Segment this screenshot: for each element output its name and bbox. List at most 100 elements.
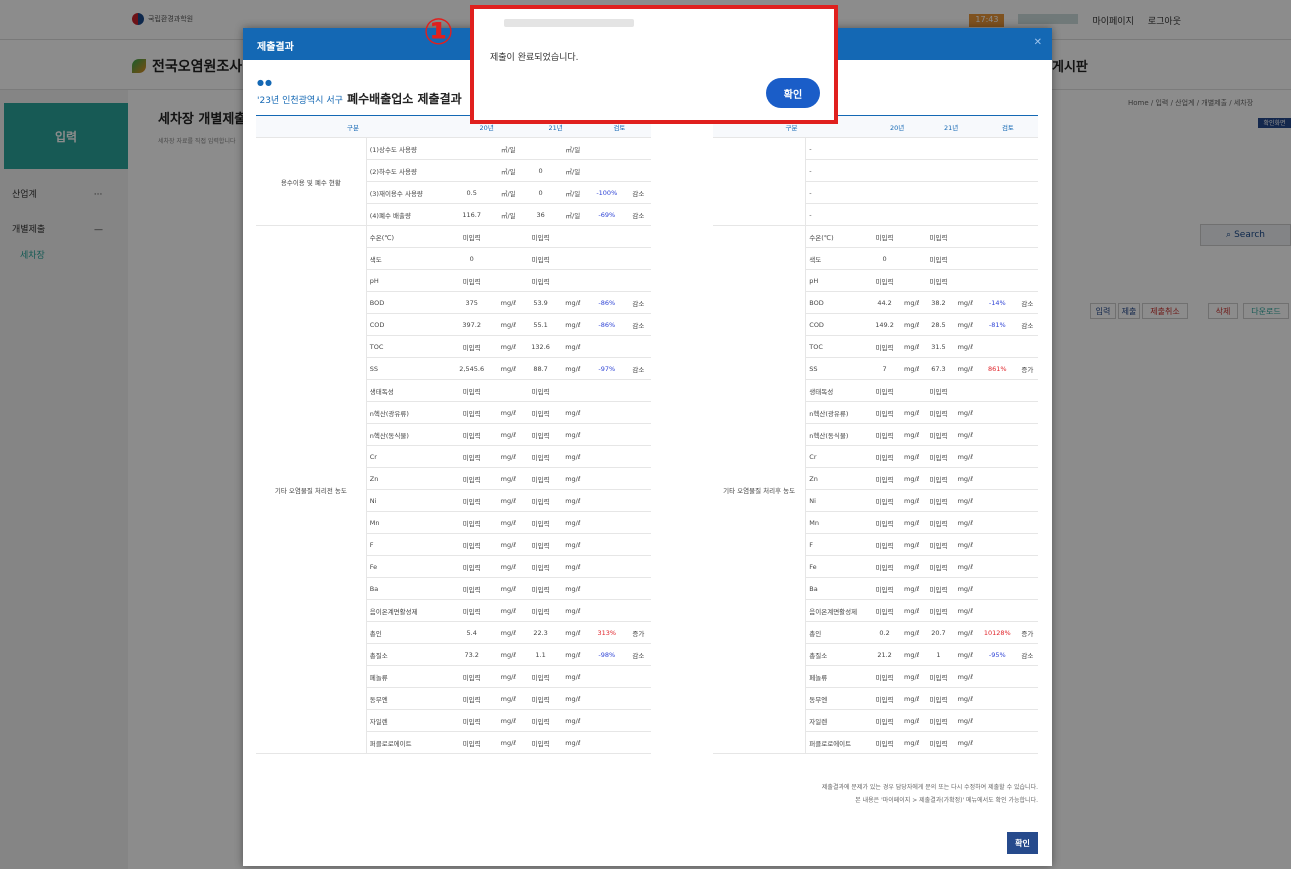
empty-cell [870,137,900,160]
unit-20: mg/ℓ [493,621,524,644]
change-pct: -97% [587,357,626,380]
value-20: 21.2 [870,643,900,666]
item-name: n헥산(동식물) [366,423,451,446]
item-name: Zn [805,467,871,490]
value-20: 미입력 [870,511,900,534]
item-name: 수온(℃) [366,225,451,248]
change-trend [1016,665,1038,688]
item-name: 총질소 [805,643,871,666]
value-21: 미입력 [924,423,953,446]
unit-21: mg/ℓ [557,467,588,490]
unit-21: mg/ℓ [557,291,588,314]
value-21: 미입력 [523,423,558,446]
value-21: 미입력 [924,269,953,292]
unit-21: mg/ℓ [557,665,588,688]
table-row: 용수이용 및 폐수 현황 (1)상수도 사용량 ㎥/일 ㎥/일 [256,137,651,226]
item-name: n헥산(동식물) [805,423,871,446]
unit-21: mg/ℓ [952,423,978,446]
value-20: 미입력 [870,467,900,490]
empty-cell [870,159,900,182]
footnote-line-1: 제출결과에 문제가 있는 경우 담당자에게 문의 또는 다시 수정하여 제출할 … [821,784,1038,791]
value-20: 미입력 [450,555,494,578]
value-20: 미입력 [870,269,900,292]
empty-cell [977,159,1017,182]
unit-20: mg/ℓ [493,555,524,578]
change-pct [977,577,1017,600]
change-trend [625,665,651,688]
value-20: 미입력 [450,687,494,710]
change-pct: -86% [587,291,626,314]
value-21: 미입력 [924,445,953,468]
unit-20: mg/ℓ [899,291,925,314]
value-21: 미입력 [523,687,558,710]
unit-21: mg/ℓ [952,313,978,336]
change-pct [977,709,1017,732]
value-21: 28.5 [924,313,953,336]
item-name: n헥산(광유류) [805,401,871,424]
empty-cell [1016,181,1038,204]
unit-21: mg/ℓ [557,511,588,534]
item-name: Ba [805,577,871,600]
value-20: 미입력 [870,577,900,600]
unit-21: mg/ℓ [557,489,588,512]
item-name: Cr [805,445,871,468]
value-20: 0.2 [870,621,900,644]
unit-20: mg/ℓ [899,489,925,512]
empty-cell [899,203,925,226]
title-dots: ●● [257,78,273,87]
value-21: 미입력 [523,401,558,424]
unit-20: mg/ℓ [899,643,925,666]
value-20: 미입력 [450,401,494,424]
unit-20: mg/ℓ [899,511,925,534]
empty-cell [924,181,953,204]
header-div: 구분 [256,115,451,138]
empty-cell [952,203,978,226]
value-21: 미입력 [924,709,953,732]
item-name: SS [805,357,871,380]
change-trend [1016,577,1038,600]
modal-confirm-button[interactable]: 확인 [1007,832,1038,854]
unit-20 [899,247,925,270]
value-20: 미입력 [450,423,494,446]
change-trend [1016,247,1038,270]
value-21: 55.1 [523,313,558,336]
value-20: 미입력 [870,731,900,754]
unit-21 [952,269,978,292]
value-21: 미입력 [523,225,558,248]
unit-20: ㎥/일 [493,137,524,160]
item-name: 페놀류 [805,665,871,688]
alert-confirm-button[interactable]: 확인 [766,78,820,108]
value-21: 0 [523,181,558,204]
change-trend [1016,599,1038,622]
value-21: 31.5 [924,335,953,358]
unit-21: mg/ℓ [952,445,978,468]
change-pct: -86% [587,313,626,336]
value-20: 미입력 [450,577,494,600]
change-trend [1016,379,1038,402]
unit-20 [493,247,524,270]
empty-dash: - [805,137,871,160]
value-21: 미입력 [924,665,953,688]
change-pct [977,467,1017,490]
value-21: 미입력 [924,379,953,402]
value-20: 미입력 [870,401,900,424]
value-20: 미입력 [450,665,494,688]
value-20: 149.2 [870,313,900,336]
change-pct [587,159,626,182]
change-trend: 증가 [1016,357,1038,380]
unit-21: mg/ℓ [952,687,978,710]
change-pct [587,555,626,578]
item-name: Fe [805,555,871,578]
close-icon[interactable]: ✕ [1034,37,1042,48]
change-trend: 감소 [625,643,651,666]
item-name: n헥산(광유류) [366,401,451,424]
value-21: 미입력 [924,467,953,490]
value-20: 미입력 [450,379,494,402]
item-name: 총인 [366,621,451,644]
change-pct: 861% [977,357,1017,380]
empty-cell [899,181,925,204]
unit-21: mg/ℓ [557,709,588,732]
value-21: 88.7 [523,357,558,380]
report-title: '23년 인천광역시 서구 폐수배출업소 제출결과 [257,90,462,107]
group-label: 용수이용 및 폐수 현황 [256,137,367,226]
